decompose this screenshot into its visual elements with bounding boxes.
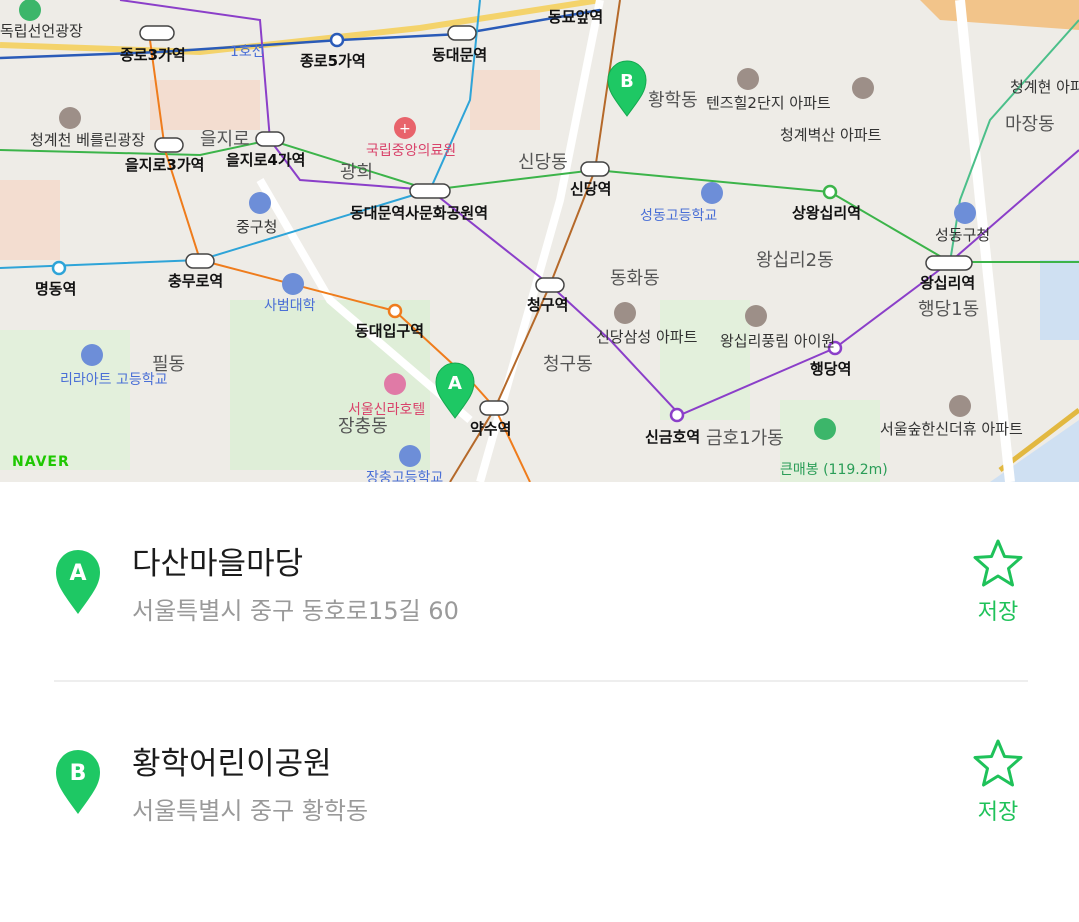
- search-results-list: A 다산마을마당 서울특별시 중구 동호로15길 60 저장 B 황학어린이공원…: [0, 482, 1079, 884]
- place-address: 서울특별시 중구 동호로15길 60: [132, 597, 459, 625]
- svg-text:B: B: [620, 71, 634, 92]
- mountain-icon: [814, 418, 836, 440]
- station-label: 행당역: [810, 360, 851, 378]
- place-name[interactable]: 황학어린이공원: [132, 738, 332, 783]
- place-label: 청계벽산 아파트: [780, 126, 882, 144]
- line-label: 1호선: [230, 44, 265, 60]
- station-label: 상왕십리역: [792, 204, 861, 222]
- area-label: 왕십리2동: [756, 250, 834, 271]
- place-label: 왕십리풍림 아이원: [720, 332, 835, 350]
- place-label: 성동구청: [935, 226, 990, 244]
- station-label: 약수역: [470, 420, 511, 438]
- station-label: 종로5가역: [300, 52, 366, 70]
- apartment-icon: [745, 305, 767, 327]
- area-label: 동화동: [610, 268, 660, 289]
- station-label: 청구역: [527, 296, 568, 314]
- area-label: 신당동: [518, 152, 568, 173]
- station-label: 충무로역: [168, 272, 223, 290]
- station-label: 왕십리역: [920, 274, 975, 292]
- area-label: 을지로: [200, 129, 250, 150]
- place-label: 서울숲한신더휴 아파트: [880, 420, 1023, 438]
- place-label: 청계현 아파트: [1010, 78, 1079, 96]
- school-icon: [282, 273, 304, 295]
- place-label: 신당삼성 아파트: [596, 328, 698, 346]
- save-button[interactable]: 저장: [968, 738, 1028, 826]
- place-label: 국립중앙의료원: [366, 143, 456, 159]
- government-icon: [954, 202, 976, 224]
- area-label: 행당1동: [918, 299, 979, 320]
- station-label: 동대문역사문화공원역: [350, 204, 488, 222]
- svg-text:B: B: [70, 761, 87, 786]
- place-label: 독립선언광장: [0, 22, 83, 40]
- save-button[interactable]: 저장: [968, 538, 1028, 626]
- station-label: 종로3가역: [120, 46, 186, 64]
- station-label: 신당역: [570, 180, 611, 198]
- star-icon: [973, 539, 1023, 587]
- area-label: 장충동: [338, 416, 388, 437]
- place-label: 큰매봉 (119.2m): [780, 462, 888, 478]
- apartment-icon: [614, 302, 636, 324]
- map-view[interactable]: 종로3가역 종로5가역 동대문역 을지로3가역 을지로4가역 동대문역사문화공원…: [0, 0, 1079, 482]
- svg-text:A: A: [69, 561, 86, 586]
- place-label: 텐즈힐2단지 아파트: [706, 94, 831, 112]
- station-label: 동대입구역: [355, 322, 424, 340]
- hotel-icon: [384, 373, 406, 395]
- station-label: 신금호역: [645, 428, 700, 446]
- place-address: 서울특별시 중구 황학동: [132, 797, 369, 825]
- marker-pin-b-icon: B: [54, 746, 102, 816]
- result-item-a[interactable]: A 다산마을마당 서울특별시 중구 동호로15길 60 저장: [0, 522, 1079, 722]
- area-label: 황학동: [648, 90, 698, 111]
- star-icon: [973, 739, 1023, 787]
- place-label: 성동고등학교: [640, 208, 717, 224]
- station-label: 동대문역: [432, 46, 487, 64]
- school-icon: [701, 182, 723, 204]
- government-icon: [249, 192, 271, 214]
- place-label: 리라아트 고등학교: [60, 372, 168, 388]
- park-icon: [19, 0, 41, 21]
- place-label: 중구청: [236, 218, 277, 236]
- apartment-icon: [949, 395, 971, 417]
- apartment-icon: [852, 77, 874, 99]
- naver-logo: NAVER: [12, 454, 70, 470]
- station-label: 명동역: [35, 280, 76, 298]
- apartment-icon: [737, 68, 759, 90]
- save-label: 저장: [977, 600, 1019, 625]
- result-item-b[interactable]: B 황학어린이공원 서울특별시 중구 황학동 저장: [0, 722, 1079, 922]
- school-icon: [81, 344, 103, 366]
- place-label: 서울신라호텔: [348, 402, 425, 418]
- area-label: 광희: [340, 162, 373, 183]
- map-canvas[interactable]: 종로3가역 종로5가역 동대문역 을지로3가역 을지로4가역 동대문역사문화공원…: [0, 0, 1079, 482]
- save-label: 저장: [977, 800, 1019, 825]
- school-icon: [399, 445, 421, 467]
- place-label: 청계천 베를린광장: [30, 131, 145, 149]
- station-label: 을지로3가역: [125, 156, 204, 174]
- marker-pin-a-icon: A: [54, 546, 102, 616]
- place-label: 사범대학: [264, 298, 316, 314]
- place-name[interactable]: 다산마을마당: [132, 538, 303, 583]
- svg-text:+: +: [399, 121, 411, 137]
- station-label: 동묘앞역: [548, 8, 603, 26]
- divider: [54, 680, 1028, 682]
- svg-text:A: A: [448, 373, 462, 394]
- place-label: 장충고등학교: [366, 470, 443, 482]
- landmark-icon: [59, 107, 81, 129]
- area-label: 마장동: [1005, 114, 1055, 135]
- station-label: 을지로4가역: [226, 151, 305, 169]
- area-label: 청구동: [543, 354, 593, 375]
- area-label: 금호1가동: [706, 428, 784, 449]
